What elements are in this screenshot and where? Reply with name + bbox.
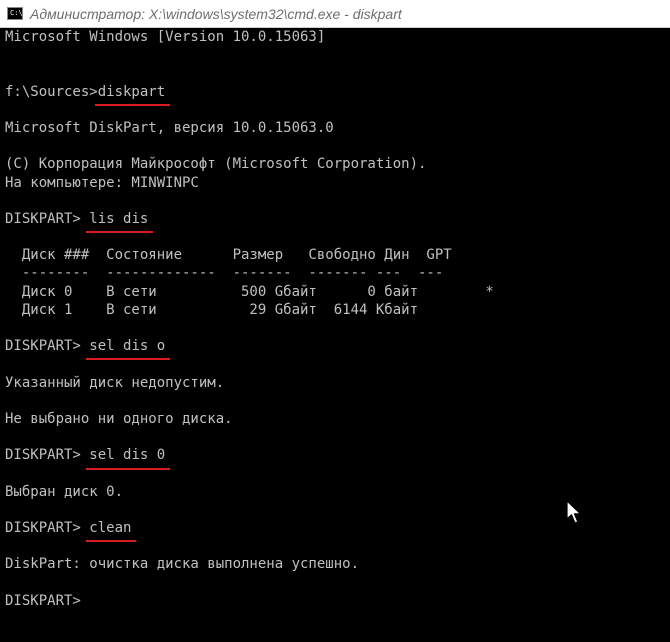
console-command: diskpart — [94, 83, 171, 106]
command-highlight-underline — [86, 540, 137, 543]
console-output-line: Диск 0 В сети 500 Gбайт 0 байт * — [5, 283, 494, 300]
console-command-line: DISKPART> — [5, 592, 670, 610]
command-highlight-underline — [94, 103, 171, 106]
console-prompt: DISKPART> — [5, 520, 90, 537]
console-command: lis dis — [86, 210, 154, 234]
console-output-line: Microsoft Windows [Version 10.0.15063] — [5, 29, 326, 45]
console-command-text: lis dis — [89, 210, 149, 227]
cmd-console-icon[interactable]: C:\ — [7, 7, 23, 20]
command-highlight-underline — [86, 467, 171, 470]
console-prompt: DISKPART> — [5, 338, 90, 355]
console-output-line: На компьютере: MINWINPC — [5, 174, 199, 191]
console-output-line: Диск ### Состояние Размер Свободно Дин G… — [5, 247, 452, 264]
console-command-line: DISKPART> lis dis — [5, 210, 670, 234]
command-highlight-underline — [86, 358, 171, 361]
console-output-line: DiskPart: очистка диска выполнена успешн… — [5, 556, 360, 573]
console-command: sel dis o — [86, 337, 171, 361]
console-command-text: sel dis 0 — [89, 447, 166, 464]
console-command-text: clean — [89, 520, 132, 537]
console-command-text: sel dis o — [89, 338, 166, 355]
console-output-line: Microsoft DiskPart, версия 10.0.15063.0 — [5, 119, 334, 136]
console-command-text: diskpart — [97, 83, 166, 100]
console-output-line: -------- ------------- ------- ------- -… — [5, 265, 444, 282]
console-output-line: Выбран диск 0. — [5, 483, 124, 500]
console-output-line: Не выбрано ни одного диска. — [5, 410, 233, 427]
console-prompt: DISKPART> — [5, 447, 90, 464]
console-output-line: Указанный диск недопустим. — [5, 374, 225, 391]
console-command: sel dis 0 — [86, 446, 171, 470]
console-command: clean — [86, 519, 137, 543]
console-prompt: f:\Sources> — [5, 83, 98, 100]
console-command-line: f:\Sources>diskpart — [5, 83, 670, 106]
window-title: Администратор: X:\windows\system32\cmd.e… — [30, 6, 402, 22]
console-output-line: (C) Корпорация Майкрософт (Microsoft Cor… — [5, 156, 427, 173]
cmd-console-icon-glyph: C:\ — [10, 9, 23, 17]
console-prompt: DISKPART> — [5, 210, 90, 227]
command-highlight-underline — [86, 231, 154, 234]
console-prompt: DISKPART> — [5, 592, 90, 609]
arrow-cursor-icon — [566, 500, 582, 524]
title-bar[interactable]: C:\ Администратор: X:\windows\system32\c… — [0, 0, 670, 28]
console-command-line: DISKPART> sel dis 0 — [5, 446, 670, 470]
cmd-window: C:\ Администратор: X:\windows\system32\c… — [0, 0, 670, 642]
console-output-line: Диск 1 В сети 29 Gбайт 6144 Кбайт — [5, 301, 419, 318]
console-command-line: DISKPART> sel dis o — [5, 337, 670, 361]
console-output[interactable]: Microsoft Windows [Version 10.0.15063] f:… — [5, 28, 670, 642]
